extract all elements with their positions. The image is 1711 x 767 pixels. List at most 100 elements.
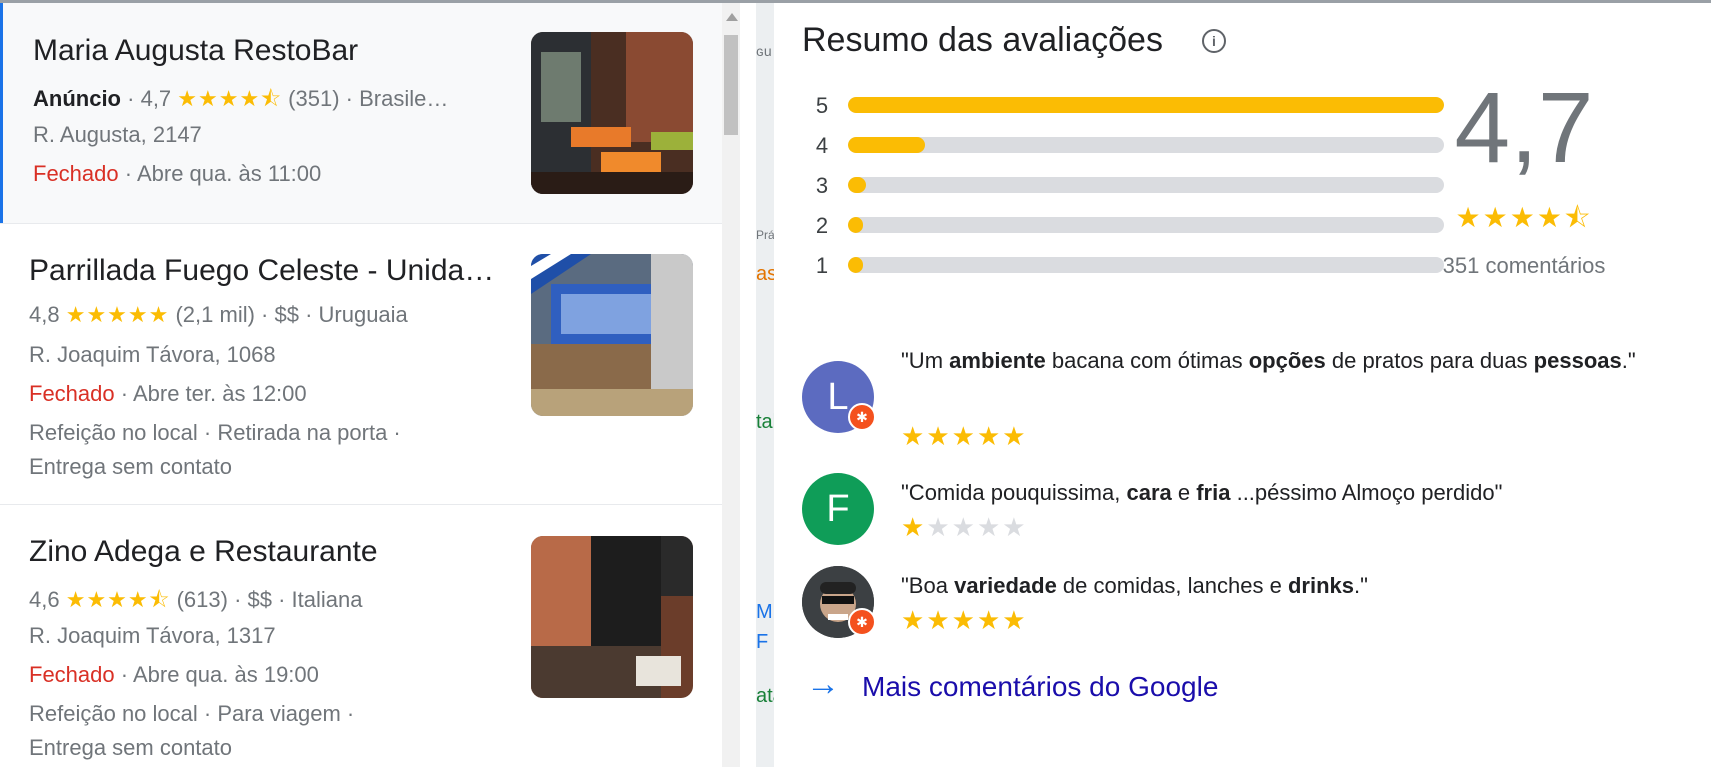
map-label: as <box>756 263 774 285</box>
map-strip[interactable]: ɢu Prás as tal M F ata <box>756 3 774 767</box>
review-snippet[interactable]: ✱ "Boa variedade de comidas, lanches e d… <box>802 566 1682 646</box>
more-google-reviews-label[interactable]: Mais comentários do Google <box>862 671 1218 703</box>
service-options-more: Entrega sem contato <box>29 735 233 760</box>
result-name[interactable]: Parrillada Fuego Celeste - Unida… <box>29 254 519 288</box>
avatar: F <box>802 473 874 545</box>
result-hours: Fechado · Abre qua. às 11:00 <box>33 161 321 187</box>
rating-bar-fill <box>848 137 926 153</box>
review-stars: ★★★★★ <box>901 421 1028 452</box>
result-address: R. Joaquim Távora, 1317 <box>29 623 276 648</box>
result-card[interactable]: Maria Augusta RestoBar Anúncio · 4,7 ★★★… <box>0 3 722 224</box>
star-icon: ★ <box>976 512 1003 542</box>
rating-stars: ★★★★⯪ <box>65 587 171 612</box>
rating-bar-fill <box>848 177 866 193</box>
star-icon: ★ <box>901 512 927 542</box>
map-label: Prás <box>756 228 774 242</box>
review-total-count[interactable]: 351 comentários <box>1374 253 1674 279</box>
star-icon: ★ <box>1002 605 1028 635</box>
status-closed: Fechado <box>33 161 119 186</box>
ad-label: Anúncio <box>33 86 121 111</box>
category: · Brasile… <box>345 86 449 111</box>
result-name[interactable]: Maria Augusta RestoBar <box>33 34 513 68</box>
review-count[interactable]: (613) <box>177 587 228 612</box>
result-address: R. Joaquim Távora, 1068 <box>29 342 276 367</box>
star-icon: ★ <box>1002 421 1028 451</box>
average-rating: 4,7 <box>1454 72 1594 184</box>
service-options: Refeição no local · Retirada na porta · <box>29 420 401 445</box>
scroll-up-arrow-icon[interactable] <box>726 13 738 21</box>
map-label: F <box>756 631 769 653</box>
star-icon: ★ <box>951 512 977 542</box>
reviews-summary-panel: Resumo das avaliações i 5 4 3 2 1 4,7 ★★… <box>774 3 1711 767</box>
restaurant-photo-image <box>531 536 693 698</box>
star-icon: ★ <box>926 605 952 635</box>
rating-bar-fill <box>848 217 863 233</box>
map-label: tal <box>756 411 774 433</box>
restaurant-photo[interactable] <box>531 536 693 698</box>
rating-bar-label: 5 <box>815 93 829 118</box>
rating-value: 4,7 <box>140 86 172 111</box>
arrow-right-icon: → <box>806 665 840 703</box>
review-count[interactable]: (351) <box>288 86 339 111</box>
review-quote: "Um ambiente bacana com ótimas opções de… <box>901 348 1636 373</box>
map-label: ɢu <box>756 43 772 59</box>
restaurant-photo-image <box>531 254 693 416</box>
star-icon: ★ <box>901 421 927 451</box>
rating-value: 4,6 <box>29 587 60 612</box>
review-quote: "Comida pouquissima, cara e fria ...péss… <box>901 480 1503 505</box>
results-scrollbar[interactable] <box>722 3 740 767</box>
category: · $$ · Uruguaia <box>261 302 408 327</box>
rating-stars: ★★★★⯪ <box>177 86 283 111</box>
star-icon: ★ <box>976 421 1003 451</box>
service-options: Refeição no local · Para viagem · <box>29 701 355 726</box>
star-icon: ★ <box>1002 512 1028 542</box>
result-rating-line: 4,8 ★★★★★ (2,1 mil) · $$ · Uruguaia <box>29 302 408 328</box>
star-icon: ★ <box>951 605 977 635</box>
results-list[interactable]: Maria Augusta RestoBar Anúncio · 4,7 ★★★… <box>0 3 722 767</box>
opening-hours: · Abre qua. às 11:00 <box>124 161 322 186</box>
star-icon: ★ <box>926 421 952 451</box>
restaurant-photo[interactable] <box>531 32 693 194</box>
map-label: M <box>756 601 773 623</box>
star-icon: ★ <box>926 512 952 542</box>
rating-bar-label: 1 <box>815 253 829 278</box>
average-rating-stars: ★★★★⯪ <box>1455 202 1593 233</box>
star-icon: ★ <box>951 421 977 451</box>
local-guide-badge-icon: ✱ <box>848 403 876 431</box>
map-label: ata <box>756 685 774 707</box>
rating-bar-fill <box>848 97 1444 113</box>
review-quote: "Boa variedade de comidas, lanches e dri… <box>901 573 1368 598</box>
opening-hours: · Abre ter. às 12:00 <box>120 381 307 406</box>
star-icon: ★ <box>976 605 1003 635</box>
scrollbar-thumb[interactable] <box>724 35 738 135</box>
review-snippet[interactable]: F "Comida pouquissima, cara e fria ...pé… <box>802 473 1682 553</box>
review-stars: ★★★★★ <box>901 512 1028 543</box>
rating-value: 4,8 <box>29 302 60 327</box>
rating-stars: ★★★★★ <box>65 302 170 327</box>
rating-bar-label: 4 <box>815 133 829 158</box>
result-hours: Fechado · Abre ter. às 12:00 <box>29 381 307 407</box>
review-count[interactable]: (2,1 mil) <box>175 302 254 327</box>
result-card[interactable]: Zino Adega e Restaurante 4,6 ★★★★⯪ (613)… <box>0 504 722 767</box>
status-closed: Fechado <box>29 662 115 687</box>
category: · $$ · Italiana <box>234 587 363 612</box>
result-rating-line: 4,6 ★★★★⯪ (613) · $$ · Italiana <box>29 583 362 621</box>
result-card[interactable]: Parrillada Fuego Celeste - Unida… 4,8 ★★… <box>0 223 722 505</box>
restaurant-photo[interactable] <box>531 254 693 416</box>
info-icon[interactable]: i <box>1202 29 1226 53</box>
reviews-summary-title: Resumo das avaliações <box>802 21 1163 59</box>
result-name[interactable]: Zino Adega e Restaurante <box>29 535 509 569</box>
local-guide-badge-icon: ✱ <box>848 608 876 636</box>
review-snippet[interactable]: L ✱ "Um ambiente bacana com ótimas opçõe… <box>802 341 1682 451</box>
result-hours: Fechado · Abre qua. às 19:00 <box>29 662 319 688</box>
rating-bar-label: 3 <box>815 173 829 198</box>
service-options-more: Entrega sem contato <box>29 454 233 479</box>
rating-bar-fill <box>848 257 863 273</box>
review-stars: ★★★★★ <box>901 605 1028 636</box>
result-rating-line: Anúncio · 4,7 ★★★★⯪ (351) · Brasile… <box>33 86 449 111</box>
restaurant-photo-image <box>531 32 693 194</box>
rating-bar-label: 2 <box>815 213 829 238</box>
result-address: R. Augusta, 2147 <box>33 122 202 147</box>
star-icon: ★ <box>901 605 927 635</box>
opening-hours: · Abre qua. às 19:00 <box>120 662 319 687</box>
